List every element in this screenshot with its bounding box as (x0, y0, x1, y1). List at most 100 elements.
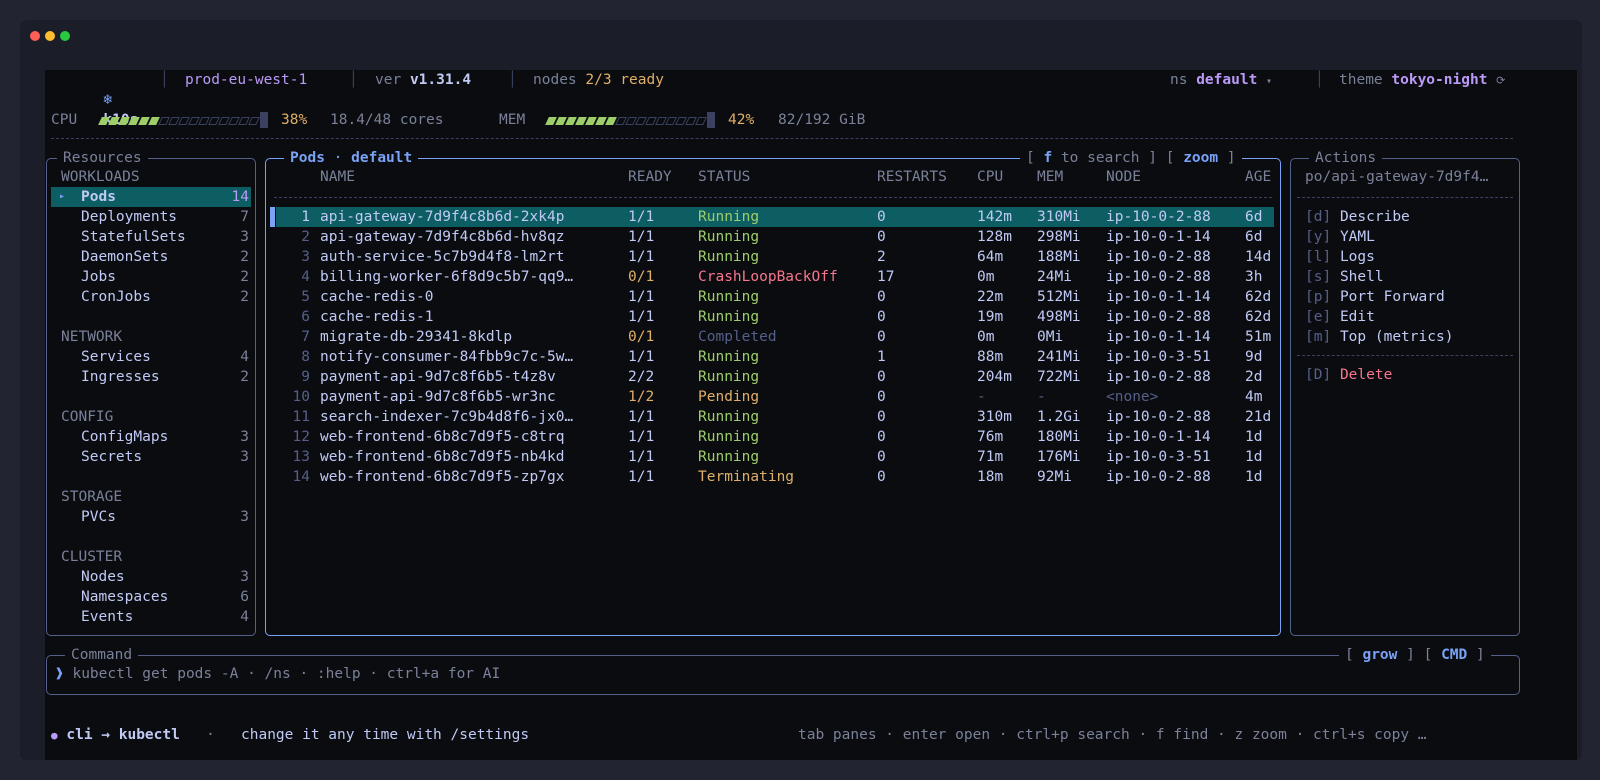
table-row[interactable]: 6 cache-redis-1 1/1 Running 0 19m 498Mi ip-10-0… (266, 307, 1276, 327)
minimize-window-dot[interactable] (45, 31, 55, 41)
sidebar-item-secrets[interactable]: Secrets 3 (51, 447, 251, 467)
row-number: 12 (292, 429, 310, 445)
table-row[interactable]: 10 payment-api-9d7c8f6b5-wr3nc 1/2 Pending 0… (266, 387, 1276, 407)
row-number: 11 (292, 409, 310, 425)
column-header-name[interactable]: NAME (320, 167, 355, 187)
sidebar-item-deployments[interactable]: Deployments 7 (51, 207, 251, 227)
sidebar-item-nodes[interactable]: Nodes 3 (51, 567, 251, 587)
pod-status-cell: Running (698, 229, 760, 245)
actions-danger-divider (1297, 355, 1513, 356)
sidebar-item-count: 2 (240, 269, 249, 285)
action-top-metrics[interactable]: [m] Top (metrics) (1305, 327, 1453, 347)
resource-group-heading: NETWORK (61, 329, 123, 345)
table-row[interactable]: 7 migrate-db-29341-8kdlp 0/1 Completed 0 0m 0M… (266, 327, 1276, 347)
sidebar-item-jobs[interactable]: Jobs 2 (51, 267, 251, 287)
theme-selector[interactable]: theme tokyo-night ⟳ (1339, 70, 1505, 90)
sidebar-item-services[interactable]: Services 4 (51, 347, 251, 367)
pod-name-cell: billing-worker-6f8d9c5b7-qq9… (320, 269, 574, 285)
row-number: 5 (301, 289, 310, 305)
cpu-label: CPU (51, 112, 78, 128)
prompt-icon: ❱ (55, 666, 64, 682)
pods-panel-hints: [ f to search ] [ zoom ] (1020, 148, 1242, 168)
terminal-window: ❄ k10s │ prod-eu-west-1 │ ver v1.31.4 │ … (20, 20, 1582, 760)
column-header-status[interactable]: STATUS (698, 167, 750, 187)
sidebar-item-count: 3 (240, 449, 249, 465)
cmd-button[interactable]: CMD (1441, 647, 1467, 663)
table-row[interactable]: 5 cache-redis-0 1/1 Running 0 22m 512Mi ip-10-0… (266, 287, 1276, 307)
actions-panel-title: Actions (1309, 148, 1383, 168)
sidebar-item-events[interactable]: Events 4 (51, 607, 251, 627)
table-row[interactable]: 12 web-frontend-6b8c7d9f5-c8trq 1/1 Running… (266, 427, 1276, 447)
namespace-selector[interactable]: ns default ▾ (1170, 70, 1272, 90)
sidebar-item-pvcs[interactable]: PVCs 3 (51, 507, 251, 527)
zoom-button[interactable]: zoom (1183, 150, 1218, 166)
pod-ready-cell: 1/1 (628, 349, 655, 365)
maximize-window-dot[interactable] (60, 31, 70, 41)
grow-button[interactable]: grow (1362, 647, 1397, 663)
pods-header-divider (274, 197, 1272, 198)
pod-mem-cell: 241Mi (1037, 349, 1081, 365)
row-number: 10 (292, 389, 310, 405)
table-row[interactable]: 4 billing-worker-6f8d9c5b7-qq9… 0/1 CrashLo… (266, 267, 1276, 287)
pod-name-cell: web-frontend-6b8c7d9f5-c8trq (320, 429, 565, 445)
column-header-node[interactable]: NODE (1106, 167, 1141, 187)
table-row[interactable]: 1 api-gateway-7d9f4c8b6d-2xk4p 1/1 Running 0… (266, 207, 1276, 227)
version-label: ver (375, 72, 402, 88)
pod-status-cell: CrashLoopBackOff (698, 269, 838, 285)
header-separator: │ (160, 72, 169, 88)
action-shell[interactable]: [s] Shell (1305, 267, 1384, 287)
mem-label: MEM (499, 112, 526, 128)
column-header-mem[interactable]: MEM (1037, 167, 1063, 187)
pod-restarts-cell: 0 (877, 449, 886, 465)
column-header-restarts[interactable]: RESTARTS (877, 167, 947, 187)
table-row[interactable]: 3 auth-service-5c7b9d4f8-lm2rt 1/1 Running 2… (266, 247, 1276, 267)
pod-mem-cell: 722Mi (1037, 369, 1081, 385)
delete-action[interactable]: [D] Delete (1305, 365, 1392, 385)
row-number: 2 (301, 229, 310, 245)
action-yaml[interactable]: [y] YAML (1305, 227, 1375, 247)
pod-node-cell: ip-10-0-2-88 (1106, 309, 1211, 325)
sidebar-item-label: Pods (81, 189, 116, 205)
table-row[interactable]: 13 web-frontend-6b8c7d9f5-nb4kd 1/1 Running… (266, 447, 1276, 467)
sidebar-item-ingresses[interactable]: Ingresses 2 (51, 367, 251, 387)
sidebar-item-statefulsets[interactable]: StatefulSets 3 (51, 227, 251, 247)
command-input[interactable]: ❱ kubectl get pods -A · /ns · :help · ct… (55, 664, 1455, 684)
action-label: Shell (1339, 269, 1384, 285)
pod-restarts-cell: 0 (877, 289, 886, 305)
pod-node-cell: ip-10-0-2-88 (1106, 249, 1211, 265)
table-row[interactable]: 11 search-indexer-7c9b4d8f6-jx0… 1/1 Runnin… (266, 407, 1276, 427)
row-number: 1 (301, 209, 310, 225)
mem-usage-bar (545, 110, 717, 130)
pod-mem-cell: 176Mi (1037, 449, 1081, 465)
refresh-icon: ⟳ (1496, 74, 1506, 87)
action-logs[interactable]: [l] Logs (1305, 247, 1375, 267)
table-row[interactable]: 8 notify-consumer-84fbb9c7c-5w… 1/1 Running… (266, 347, 1276, 367)
search-key[interactable]: f (1043, 150, 1052, 166)
column-header-ready[interactable]: READY (628, 167, 672, 187)
action-describe[interactable]: [d] Describe (1305, 207, 1410, 227)
action-port-forward[interactable]: [p] Port Forward (1305, 287, 1445, 307)
table-row[interactable]: 2 api-gateway-7d9f4c8b6d-hv8qz 1/1 Running 0… (266, 227, 1276, 247)
sidebar-item-cronjobs[interactable]: CronJobs 2 (51, 287, 251, 307)
sidebar-item-namespaces[interactable]: Namespaces 6 (51, 587, 251, 607)
sidebar-item-daemonsets[interactable]: DaemonSets 2 (51, 247, 251, 267)
pod-status-cell: Running (698, 309, 760, 325)
table-row[interactable]: 9 payment-api-9d7c8f6b5-t4z8v 2/2 Running 0 2… (266, 367, 1276, 387)
actions-panel: Actions po/api-gateway-7d9f4… [d] Descri… (1290, 148, 1520, 636)
pod-age-cell: 62d (1245, 309, 1272, 325)
sidebar-item-configmaps[interactable]: ConfigMaps 3 (51, 427, 251, 447)
action-label: Top (metrics) (1339, 329, 1454, 345)
delete-action-label: Delete (1339, 367, 1393, 383)
column-header-cpu[interactable]: CPU (977, 167, 1003, 187)
sidebar-item-pods[interactable]: ▸ Pods 14 (51, 187, 251, 207)
action-edit[interactable]: [e] Edit (1305, 307, 1375, 327)
context-name[interactable]: prod-eu-west-1 (185, 70, 307, 90)
table-row[interactable]: 14 web-frontend-6b8c7d9f5-zp7gx 1/1 Termina… (266, 467, 1276, 487)
close-window-dot[interactable] (30, 31, 40, 41)
pod-cpu-cell: 88m (977, 349, 1004, 365)
column-header-age[interactable]: AGE (1245, 167, 1271, 187)
action-label: YAML (1339, 229, 1375, 245)
action-key: [l] (1305, 249, 1332, 265)
pod-age-cell: 6d (1245, 209, 1263, 225)
mode-label[interactable]: cli → kubectl (66, 727, 180, 743)
